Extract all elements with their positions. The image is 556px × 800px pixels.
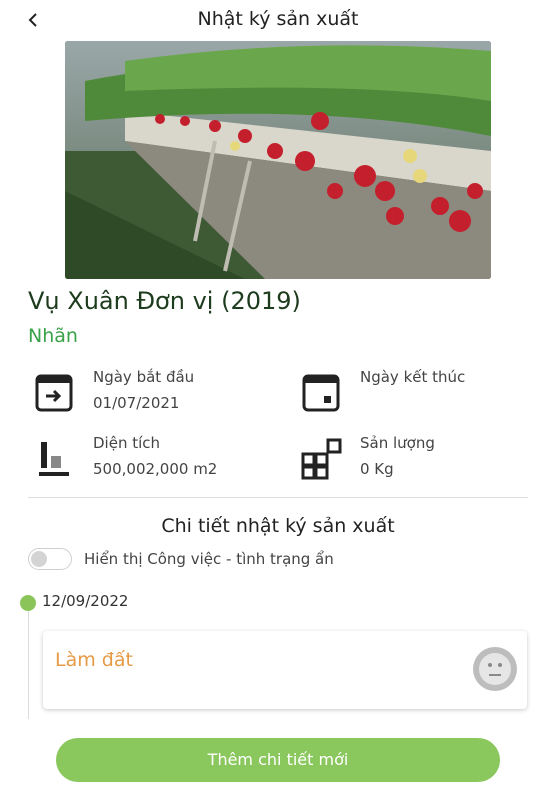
hidden-tasks-toggle[interactable] xyxy=(28,548,72,570)
neutral-face-icon xyxy=(471,645,519,693)
task-title: Làm đất xyxy=(55,649,133,671)
page-title: Nhật ký sản xuất xyxy=(197,8,359,30)
start-date-info: Ngày bắt đầu 01/07/2021 xyxy=(33,366,263,422)
timeline-dot xyxy=(20,595,36,611)
crop-name: Nhãn xyxy=(28,325,78,347)
calendar-end-icon xyxy=(300,370,344,414)
yield-info: Sản lượng 0 Kg xyxy=(300,432,530,488)
timeline-line xyxy=(28,603,29,719)
add-detail-button[interactable]: Thêm chi tiết mới xyxy=(56,738,500,782)
end-date-label: Ngày kết thúc xyxy=(360,368,466,386)
end-date-info: Ngày kết thúc xyxy=(300,366,530,422)
divider xyxy=(28,497,528,498)
season-photo xyxy=(65,41,491,279)
area-label: Diện tích xyxy=(93,434,161,452)
area-info: Diện tích 500,002,000 m2 xyxy=(33,432,263,488)
season-name: Vụ Xuân Đơn vị (2019) xyxy=(28,287,301,315)
area-chart-icon xyxy=(33,436,77,480)
timeline-date: 12/09/2022 xyxy=(42,592,129,610)
task-card[interactable]: Làm đất xyxy=(43,631,527,709)
area-value: 500,002,000 m2 xyxy=(93,460,218,478)
details-title: Chi tiết nhật ký sản xuất xyxy=(161,515,395,537)
calendar-start-icon xyxy=(33,370,77,414)
yield-label: Sản lượng xyxy=(360,434,435,452)
app-header: Nhật ký sản xuất xyxy=(0,0,556,40)
grid-blocks-icon xyxy=(300,436,344,480)
yield-value: 0 Kg xyxy=(360,460,394,478)
start-date-value: 01/07/2021 xyxy=(93,394,180,412)
toggle-knob xyxy=(31,551,47,567)
start-date-label: Ngày bắt đầu xyxy=(93,368,195,386)
toggle-label: Hiển thị Công việc - tình trạng ẩn xyxy=(84,550,334,568)
